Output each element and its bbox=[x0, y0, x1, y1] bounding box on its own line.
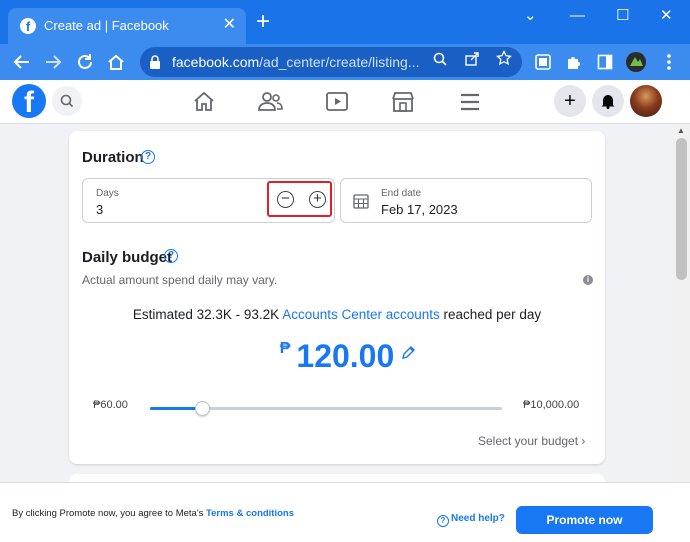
browser-tab[interactable]: f Create ad | Facebook ✕ bbox=[8, 8, 246, 44]
promote-now-button[interactable]: Promote now bbox=[516, 506, 653, 534]
side-panel-icon[interactable] bbox=[591, 48, 619, 76]
menu-icon[interactable] bbox=[456, 88, 484, 116]
home-button-icon[interactable] bbox=[102, 48, 130, 76]
create-add-button[interactable]: + bbox=[554, 85, 586, 117]
select-budget-link[interactable]: Select your budget › bbox=[478, 434, 585, 448]
page-scrollbar[interactable]: ▲ bbox=[673, 124, 690, 482]
end-date-value: Feb 17, 2023 bbox=[381, 202, 458, 217]
budget-note: Actual amount spend daily may vary. bbox=[82, 273, 278, 287]
tab-close-icon[interactable]: ✕ bbox=[223, 15, 236, 35]
fb-search-button[interactable] bbox=[52, 86, 82, 116]
budget-slider[interactable] bbox=[150, 401, 502, 416]
slider-max-label: ₱10,000.00 bbox=[523, 399, 580, 411]
tab-title: Create ad | Facebook bbox=[44, 18, 169, 33]
account-avatar[interactable] bbox=[630, 85, 662, 117]
home-icon[interactable] bbox=[190, 88, 218, 116]
help-icon: ? bbox=[437, 515, 449, 527]
url-text: facebook.com/ad_center/create/listing... bbox=[172, 54, 420, 70]
share-icon[interactable] bbox=[460, 50, 484, 74]
need-help-link[interactable]: ? Need help? bbox=[437, 513, 505, 527]
agree-prefix: By clicking Promote now, you agree to Me… bbox=[12, 508, 207, 519]
chevron-right-icon: › bbox=[581, 434, 586, 448]
address-bar[interactable]: facebook.com/ad_center/create/listing... bbox=[140, 47, 522, 77]
end-date-field[interactable]: End date Feb 17, 2023 bbox=[340, 178, 592, 223]
zoom-search-icon[interactable] bbox=[428, 50, 452, 74]
budget-amount: ₱ 120.00 bbox=[69, 338, 605, 375]
scroll-thumb[interactable] bbox=[676, 138, 687, 280]
extension-screen-icon[interactable] bbox=[529, 48, 557, 76]
days-stepper-highlight: − + bbox=[267, 181, 332, 217]
window-close-button[interactable]: ✕ bbox=[660, 6, 673, 26]
slider-thumb[interactable] bbox=[195, 401, 211, 416]
need-help-label: Need help? bbox=[451, 513, 505, 524]
decrease-days-button[interactable]: − bbox=[277, 191, 294, 208]
reload-icon[interactable] bbox=[71, 48, 99, 76]
slider-min-label: ₱60.00 bbox=[93, 399, 128, 411]
edit-pencil-icon[interactable] bbox=[400, 345, 416, 361]
minimize-button[interactable]: — bbox=[570, 6, 585, 26]
back-icon[interactable] bbox=[8, 48, 36, 76]
search-icon bbox=[60, 94, 74, 108]
forward-icon[interactable] bbox=[39, 48, 67, 76]
duration-help-icon[interactable]: ? bbox=[141, 150, 155, 164]
lock-icon bbox=[150, 55, 160, 69]
estimate-prefix: Estimated 32.3K - 93.2K bbox=[132, 307, 283, 322]
browser-toolbar: facebook.com/ad_center/create/listing... bbox=[0, 44, 690, 80]
extensions-puzzle-icon[interactable] bbox=[560, 48, 588, 76]
notifications-button[interactable] bbox=[592, 85, 624, 117]
marketplace-icon[interactable] bbox=[389, 88, 417, 116]
info-icon[interactable]: i bbox=[583, 275, 593, 285]
duration-title: Duration bbox=[82, 149, 144, 166]
profile-avatar-icon[interactable] bbox=[622, 48, 650, 76]
chrome-menu-icon[interactable] bbox=[655, 48, 683, 76]
budget-amount-value: 120.00 bbox=[296, 338, 395, 374]
facebook-favicon-icon: f bbox=[20, 18, 36, 34]
facebook-logo-icon[interactable]: f bbox=[12, 84, 46, 119]
end-date-label: End date bbox=[381, 188, 422, 199]
tab-search-icon[interactable]: ⌄ bbox=[524, 6, 537, 26]
promote-footer: By clicking Promote now, you agree to Me… bbox=[0, 482, 690, 542]
estimate-suffix: reached per day bbox=[439, 307, 542, 322]
days-value: 3 bbox=[96, 202, 104, 217]
terms-link[interactable]: Terms & conditions bbox=[206, 508, 294, 519]
new-tab-button[interactable]: + bbox=[256, 10, 270, 34]
bookmark-star-icon[interactable] bbox=[492, 49, 516, 74]
friends-icon[interactable] bbox=[256, 88, 284, 116]
watch-icon[interactable] bbox=[323, 88, 351, 116]
daily-budget-title: Daily budget bbox=[82, 249, 173, 266]
currency-symbol: ₱ bbox=[279, 340, 291, 357]
budget-help-icon[interactable]: ? bbox=[164, 249, 178, 263]
accounts-center-link[interactable]: Accounts Center accounts bbox=[282, 307, 440, 322]
calendar-icon bbox=[353, 194, 369, 209]
maximize-button[interactable]: ☐ bbox=[616, 6, 629, 26]
select-budget-label: Select your budget bbox=[478, 434, 579, 448]
reach-estimate: Estimated 32.3K - 93.2K Accounts Center … bbox=[69, 307, 605, 322]
scroll-up-arrow-icon[interactable]: ▲ bbox=[677, 126, 685, 135]
increase-days-button[interactable]: + bbox=[309, 191, 326, 208]
browser-tabstrip: f Create ad | Facebook ✕ + ⌄ — ☐ ✕ bbox=[0, 0, 690, 44]
agreement-text: By clicking Promote now, you agree to Me… bbox=[12, 508, 294, 519]
facebook-header: f + bbox=[0, 80, 690, 124]
days-label: Days bbox=[96, 188, 119, 199]
bell-icon bbox=[601, 95, 615, 109]
